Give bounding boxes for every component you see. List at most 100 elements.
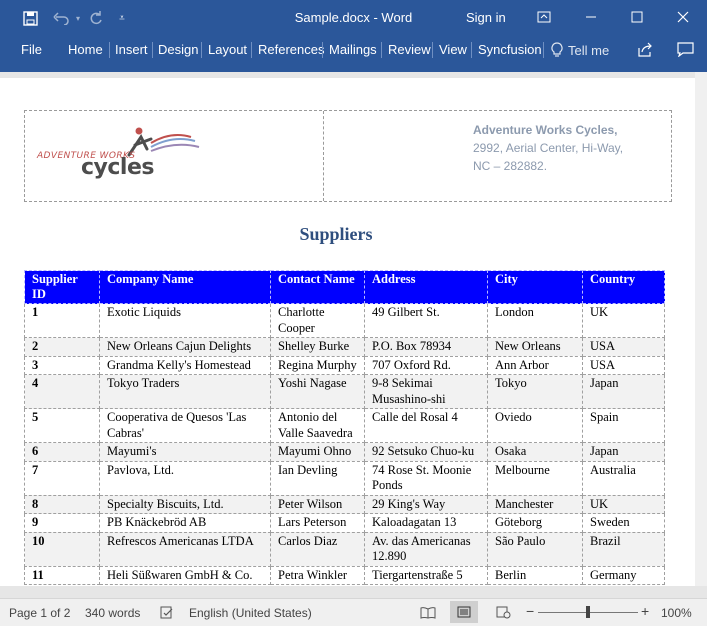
share-icon[interactable] [637,42,653,61]
table-cell[interactable]: Spain [582,408,665,443]
comments-icon[interactable] [677,42,694,60]
table-cell[interactable]: Oviedo [487,408,583,443]
table-cell[interactable]: Melbourne [487,460,583,496]
table-cell[interactable]: London [487,303,583,338]
table-cell[interactable]: UK [582,494,665,514]
table-cell[interactable]: 11 [24,565,100,585]
table-cell[interactable]: Tiergartenstraße 5 [364,565,488,585]
table-cell[interactable]: São Paulo [487,531,583,567]
sign-in-link[interactable]: Sign in [466,10,506,25]
ribbon-separator [432,42,433,58]
table-cell[interactable]: 5 [24,408,100,443]
table-cell[interactable]: Heli Süßwaren GmbH & Co. [99,565,271,585]
print-layout-button[interactable] [450,601,478,623]
table-cell[interactable]: PB Knäckebröd AB [99,513,271,533]
table-cell[interactable]: Sweden [582,513,665,533]
tell-me-search[interactable]: Tell me [551,42,609,58]
table-cell[interactable]: Petra Winkler [270,565,365,585]
close-icon[interactable] [660,0,706,34]
zoom-slider-thumb[interactable] [586,606,590,618]
table-cell[interactable]: USA [582,337,665,357]
vertical-scrollbar[interactable] [695,72,707,586]
table-cell[interactable]: Germany [582,565,665,585]
minimize-icon[interactable] [568,0,614,34]
tab-view[interactable]: View [439,42,467,57]
document-canvas[interactable]: ADVENTURE WORKS cycles Adventure Works C… [0,72,707,586]
table-cell[interactable]: 92 Setsuko Chuo-ku [364,442,488,462]
table-cell[interactable]: Manchester [487,494,583,514]
word-count[interactable]: 340 words [85,606,140,620]
tab-design[interactable]: Design [158,42,198,57]
table-cell[interactable]: Göteborg [487,513,583,533]
table-cell[interactable]: Mayumi's [99,442,271,462]
tab-review[interactable]: Review [388,42,431,57]
tab-home[interactable]: Home [68,42,103,57]
table-cell[interactable]: 4 [24,374,100,409]
table-cell[interactable]: P.O. Box 78934 [364,337,488,357]
table-cell[interactable]: Japan [582,442,665,462]
table-cell[interactable]: 9 [24,513,100,533]
table-cell[interactable]: Carlos Diaz [270,531,365,567]
tab-mailings[interactable]: Mailings [329,42,377,57]
table-cell[interactable]: Kaloadagatan 13 [364,513,488,533]
maximize-icon[interactable] [614,0,660,34]
table-cell[interactable]: 49 Gilbert St. [364,303,488,338]
table-cell[interactable]: Refrescos Americanas LTDA [99,531,271,567]
language-indicator[interactable]: English (United States) [189,606,312,620]
table-cell[interactable]: Grandma Kelly's Homestead [99,355,271,375]
table-cell[interactable]: Osaka [487,442,583,462]
zoom-in-button[interactable]: + [641,603,649,619]
table-cell[interactable]: 3 [24,355,100,375]
read-mode-icon[interactable] [420,606,436,622]
table-cell[interactable]: Lars Peterson [270,513,365,533]
table-cell[interactable]: 7 [24,460,100,496]
table-cell[interactable]: Yoshi Nagase [270,374,365,409]
table-cell[interactable]: Tokyo Traders [99,374,271,409]
table-cell[interactable]: Australia [582,460,665,496]
table-cell[interactable]: 6 [24,442,100,462]
table-cell[interactable]: Calle del Rosal 4 [364,408,488,443]
table-cell[interactable]: Mayumi Ohno [270,442,365,462]
column-header: City [487,270,583,304]
table-cell[interactable]: Antonio del Valle Saavedra [270,408,365,443]
table-cell[interactable]: 707 Oxford Rd. [364,355,488,375]
table-cell[interactable]: Shelley Burke [270,337,365,357]
table-cell[interactable]: Cooperativa de Quesos 'Las Cabras' [99,408,271,443]
zoom-level[interactable]: 100% [661,606,692,620]
table-cell[interactable]: New Orleans Cajun Delights [99,337,271,357]
table-cell[interactable]: Charlotte Cooper [270,303,365,338]
tab-syncfusion[interactable]: Syncfusion [478,42,542,57]
table-cell[interactable]: 8 [24,494,100,514]
table-cell[interactable]: Av. das Americanas 12.890 [364,531,488,567]
table-cell[interactable]: Pavlova, Ltd. [99,460,271,496]
page-count[interactable]: Page 1 of 2 [9,606,70,620]
table-cell[interactable]: Berlin [487,565,583,585]
table-cell[interactable]: New Orleans [487,337,583,357]
table-cell[interactable]: 2 [24,337,100,357]
table-cell[interactable]: 9-8 Sekimai Musashino-shi [364,374,488,409]
web-layout-icon[interactable] [496,606,511,622]
table-cell[interactable]: 1 [24,303,100,338]
table-cell[interactable]: 74 Rose St. Moonie Ponds [364,460,488,496]
table-cell[interactable]: UK [582,303,665,338]
tab-file[interactable]: File [21,42,42,57]
table-cell[interactable]: USA [582,355,665,375]
tab-layout[interactable]: Layout [208,42,247,57]
table-cell[interactable]: Ann Arbor [487,355,583,375]
table-cell[interactable]: Peter Wilson [270,494,365,514]
table-cell[interactable]: Regina Murphy [270,355,365,375]
table-cell[interactable]: Specialty Biscuits, Ltd. [99,494,271,514]
document-page[interactable]: ADVENTURE WORKS cycles Adventure Works C… [0,78,695,586]
table-cell[interactable]: 10 [24,531,100,567]
proofing-icon[interactable] [160,606,174,622]
table-cell[interactable]: Tokyo [487,374,583,409]
table-cell[interactable]: Ian Devling [270,460,365,496]
table-cell[interactable]: Exotic Liquids [99,303,271,338]
table-cell[interactable]: Japan [582,374,665,409]
table-cell[interactable]: Brazil [582,531,665,567]
tab-insert[interactable]: Insert [115,42,148,57]
zoom-out-button[interactable]: − [526,603,534,619]
table-cell[interactable]: 29 King's Way [364,494,488,514]
ribbon-display-options-icon[interactable] [521,0,567,34]
tab-references[interactable]: References [258,42,324,57]
